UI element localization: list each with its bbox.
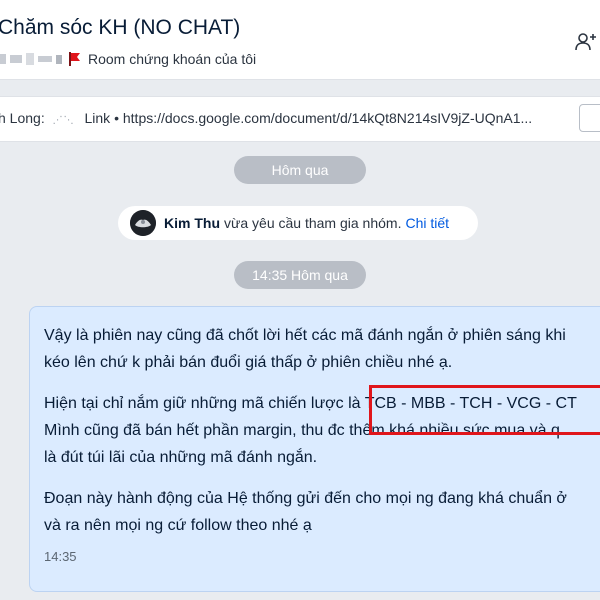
message-line: là đút túi lãi của những mã đánh ngắn. (44, 449, 318, 466)
room-label[interactable]: Room chứng khoán của tôi (88, 51, 256, 67)
pinned-action-button[interactable] (579, 104, 600, 132)
avatar[interactable] (130, 210, 156, 236)
time-separator: 14:35 Hôm qua (234, 261, 366, 289)
message-timestamp: 14:35 (44, 549, 77, 564)
message-line: và ra nên mọi ng cứ follow theo nhé ạ (44, 517, 312, 534)
conversation-subtitle: Room chứng khoán của tôi (0, 48, 256, 70)
highlight-annotation-box (369, 385, 600, 435)
conversation-title[interactable]: Chăm sóc KH (NO CHAT) (0, 16, 240, 40)
message-line: kéo lên chứ k phải bán đuổi giá thấp ở p… (44, 354, 453, 371)
pinned-separator: • (114, 110, 119, 126)
pinned-message-text: h Long: ⋰⋱ Link • https://docs.google.co… (0, 110, 532, 126)
message-bubble[interactable]: Vậy là phiên nay cũng đã chốt lời hết cá… (29, 306, 600, 592)
add-member-icon[interactable] (574, 30, 598, 54)
pinned-link-label: Link (84, 110, 111, 126)
pinned-sender: h Long: (0, 110, 45, 126)
requester-name[interactable]: Kim Thu (164, 215, 220, 231)
pinned-url[interactable]: https://docs.google.com/document/d/14kQt… (123, 110, 532, 126)
details-link[interactable]: Chi tiết (405, 215, 449, 231)
message-paragraph: Vậy là phiên nay cũng đã chốt lời hết cá… (44, 322, 600, 376)
message-paragraph: Đoạn này hành động của Hệ thống gửi đến … (44, 485, 600, 539)
pinned-message-bar[interactable]: h Long: ⋰⋱ Link • https://docs.google.co… (0, 96, 600, 142)
message-line: Vậy là phiên nay cũng đã chốt lời hết cá… (44, 327, 566, 344)
date-separator: Hôm qua (234, 156, 366, 184)
link-icon: ⋰⋱ (52, 115, 75, 126)
message-line: Đoạn này hành động của Hệ thống gửi đến … (44, 490, 567, 507)
redacted-member-avatars (0, 53, 62, 65)
join-request-notice: Kim Thu vừa yêu cầu tham gia nhóm. Chi t… (118, 206, 478, 240)
notice-message: vừa yêu cầu tham gia nhóm. (224, 215, 402, 231)
chat-header: Chăm sóc KH (NO CHAT) Room chứng khoán c… (0, 0, 600, 80)
tag-icon[interactable] (68, 51, 82, 67)
